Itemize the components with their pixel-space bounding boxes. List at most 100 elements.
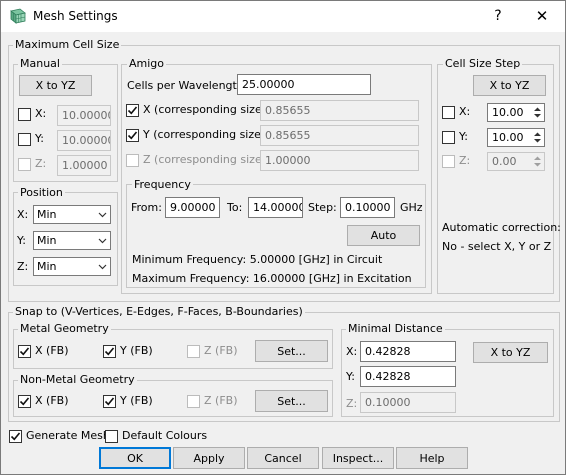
step-x-spinbox[interactable]: 10.00 — [487, 103, 545, 122]
from-input[interactable]: 9.00000 — [165, 197, 220, 218]
ok-button[interactable]: OK — [99, 447, 171, 469]
non-metal-z-label: Z (FB) — [204, 394, 238, 407]
position-y-label: Y: — [17, 234, 26, 247]
step-label: Step: — [308, 201, 337, 214]
position-z-select[interactable]: Min — [33, 257, 111, 276]
manual-x-label: X: — [35, 107, 47, 120]
minimal-z-label: Z: — [346, 397, 358, 410]
non-metal-y-label: Y (FB) — [120, 394, 153, 407]
cell-size-step-group — [437, 64, 554, 294]
metal-x-label: X (FB) — [35, 344, 69, 357]
auto-correction-label: Automatic correction: — [442, 221, 561, 234]
spin-arrows-icon — [534, 156, 541, 167]
from-label: From: — [131, 201, 162, 214]
step-z-spinbox[interactable]: 0.00 — [487, 152, 545, 171]
manual-y-input[interactable]: 10.00000 — [57, 130, 111, 151]
manual-z-label: Z: — [35, 157, 47, 170]
cells-per-wavelength-input[interactable]: 25.00000 — [237, 74, 371, 95]
checkmark-icon — [127, 131, 138, 140]
non-metal-geometry-label: Non-Metal Geometry — [18, 373, 137, 386]
cancel-button[interactable]: Cancel — [247, 447, 319, 469]
inspect-button[interactable]: Inspect... — [322, 447, 394, 469]
step-x-checkbox[interactable] — [442, 106, 455, 119]
manual-z-input[interactable]: 1.00000 — [57, 155, 111, 176]
amigo-label: Amigo — [127, 57, 167, 70]
position-x-select[interactable]: Min — [33, 205, 111, 224]
position-label: Position — [18, 186, 65, 199]
amigo-x-input[interactable]: 0.85655 — [260, 100, 419, 121]
close-button[interactable]: ✕ — [527, 4, 557, 28]
position-x-value: Min — [37, 208, 57, 221]
manual-z-checkbox[interactable] — [18, 158, 31, 171]
manual-y-checkbox[interactable] — [18, 133, 31, 146]
cell-size-step-label: Cell Size Step — [443, 57, 523, 70]
non-metal-x-checkbox[interactable] — [18, 395, 31, 408]
non-metal-z-checkbox[interactable] — [187, 395, 200, 408]
non-metal-set-button[interactable]: Set... — [255, 390, 328, 412]
mesh-settings-dialog: Mesh Settings ? ✕ Maximum Cell Size Manu… — [0, 0, 566, 475]
step-x-label: X: — [459, 105, 471, 118]
amigo-x-checkbox[interactable] — [126, 104, 139, 117]
checkmark-icon — [19, 397, 30, 406]
step-z-label: Z: — [459, 154, 471, 167]
generate-mesh-label: Generate Mesh — [26, 429, 110, 442]
position-y-value: Min — [37, 234, 57, 247]
spin-arrows-icon — [534, 132, 541, 143]
amigo-y-label: Y (corresponding size) — [143, 128, 266, 141]
position-x-label: X: — [17, 208, 29, 221]
minimal-x-label: X: — [346, 345, 358, 358]
amigo-y-input[interactable]: 0.85655 — [260, 125, 419, 146]
manual-x-checkbox[interactable] — [18, 108, 31, 121]
title-help-button[interactable]: ? — [483, 4, 513, 28]
metal-y-label: Y (FB) — [120, 344, 153, 357]
non-metal-y-checkbox[interactable] — [103, 395, 116, 408]
app-icon — [10, 8, 26, 24]
step-x-to-yz-button[interactable]: X to YZ — [473, 75, 546, 96]
window-title: Mesh Settings — [33, 9, 118, 23]
metal-geometry-label: Metal Geometry — [18, 322, 111, 335]
amigo-y-checkbox[interactable] — [126, 129, 139, 142]
checkmark-icon — [127, 106, 138, 115]
metal-z-checkbox[interactable] — [187, 345, 200, 358]
step-y-spinbox[interactable]: 10.00 — [487, 128, 545, 147]
default-colours-checkbox[interactable] — [105, 430, 118, 443]
position-y-select[interactable]: Min — [33, 231, 111, 250]
metal-set-button[interactable]: Set... — [255, 340, 328, 362]
snap-label: Snap to (V-Vertices, E-Edges, F-Faces, B… — [13, 305, 305, 318]
max-frequency-text: Maximum Frequency: 16.00000 [GHz] in Exc… — [132, 272, 412, 285]
minimal-z-input[interactable]: 0.10000 — [360, 392, 456, 413]
step-y-label: Y: — [459, 130, 468, 143]
apply-button[interactable]: Apply — [173, 447, 245, 469]
minimal-x-to-yz-button[interactable]: X to YZ — [473, 342, 548, 363]
manual-x-to-yz-button[interactable]: X to YZ — [19, 75, 92, 96]
step-input[interactable]: 0.10000 — [340, 197, 395, 218]
amigo-z-input[interactable]: 1.00000 — [260, 150, 419, 171]
chevron-down-icon — [98, 212, 107, 218]
to-input[interactable]: 14.00000 — [248, 197, 303, 218]
minimal-x-input[interactable]: 0.42828 — [360, 341, 456, 362]
step-z-checkbox[interactable] — [442, 155, 455, 168]
metal-x-checkbox[interactable] — [18, 345, 31, 358]
amigo-z-checkbox[interactable] — [126, 154, 139, 167]
checkmark-icon — [10, 432, 21, 441]
generate-mesh-checkbox[interactable] — [9, 430, 22, 443]
step-x-value: 10.00 — [492, 106, 524, 119]
step-z-value: 0.00 — [492, 155, 517, 168]
spin-arrows-icon — [534, 107, 541, 118]
position-z-label: Z: — [17, 260, 29, 273]
ghz-unit-label: GHz — [400, 201, 423, 214]
chevron-down-icon — [98, 238, 107, 244]
frequency-label: Frequency — [132, 178, 193, 191]
auto-correction-value: No - select X, Y or Z — [442, 240, 552, 253]
help-button[interactable]: Help — [396, 447, 468, 469]
step-y-checkbox[interactable] — [442, 131, 455, 144]
chevron-down-icon — [98, 264, 107, 270]
amigo-x-label: X (corresponding size) — [143, 103, 267, 116]
step-y-value: 10.00 — [492, 131, 524, 144]
cells-per-wavelength-label: Cells per Wavelength: — [127, 79, 248, 92]
title-bar: Mesh Settings ? ✕ — [1, 1, 565, 32]
minimal-y-input[interactable]: 0.42828 — [360, 366, 456, 387]
metal-y-checkbox[interactable] — [103, 345, 116, 358]
manual-x-input[interactable]: 10.00000 — [57, 105, 111, 126]
auto-button[interactable]: Auto — [347, 225, 420, 246]
